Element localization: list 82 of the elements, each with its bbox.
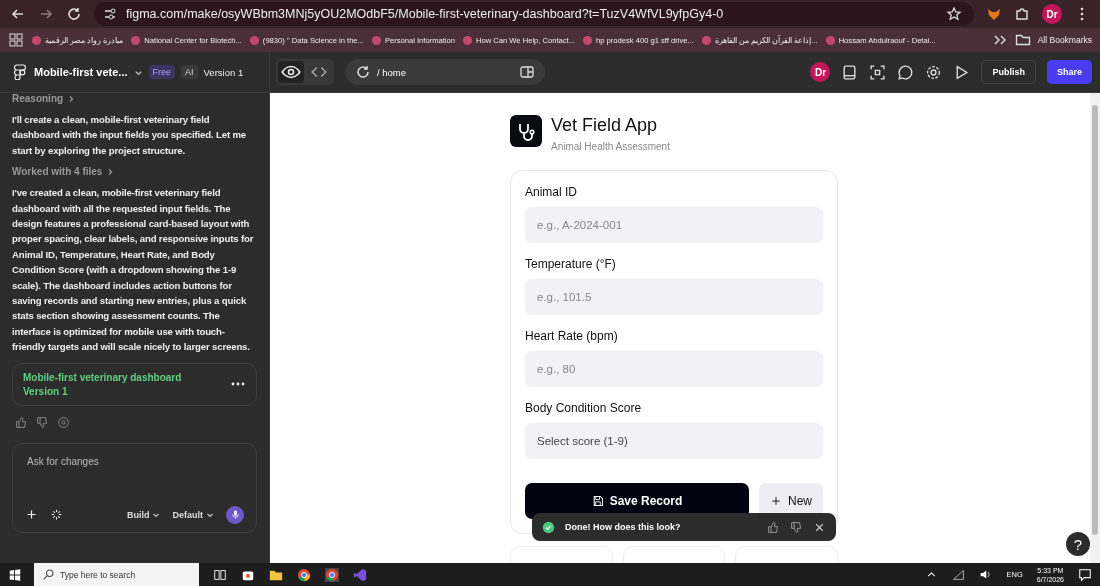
favicon-icon	[582, 34, 594, 46]
windows-start-icon[interactable]	[8, 567, 22, 582]
puzzle-icon[interactable]	[1014, 6, 1030, 22]
version-card[interactable]: Mobile-first veterinary dashboard Version 1	[12, 362, 257, 406]
version-title: Mobile-first veterinary dashboard	[23, 371, 183, 383]
visual-studio-icon[interactable]	[353, 567, 367, 582]
ai-badge: AI	[181, 65, 198, 79]
apps-icon[interactable]	[8, 32, 24, 48]
reload-icon[interactable]	[355, 64, 371, 80]
app-title: Vet Field App	[551, 115, 659, 136]
url-text: figma.com/make/osyWBbm3MNj5yOU2MOdbF5/Mobile-first-veterinary-dashboard?t=TuzV4WfVL9yfpGy4-0	[126, 7, 725, 21]
reload-icon[interactable]	[66, 6, 82, 22]
address-bar[interactable]: figma.com/make/osyWBbm3MNj5yOU2MOdbF5/Mobile-first-veterinary-dashboard?t=TuzV4WfVL9yfpGy4-0	[94, 2, 974, 26]
favicon-icon	[824, 34, 836, 46]
app-subtitle: Animal Health Assessment	[551, 141, 670, 152]
chrome-icon[interactable]	[325, 567, 339, 582]
reasoning-toggle[interactable]: Reasoning	[12, 93, 64, 104]
favicon-icon	[462, 34, 473, 46]
thumbs-up-icon[interactable]	[15, 415, 28, 429]
sparkle-icon[interactable]	[50, 508, 63, 522]
chat-input[interactable]: Ask for changes Build Default	[12, 442, 257, 533]
book-icon[interactable]	[841, 63, 859, 81]
share-button[interactable]: Share	[1047, 60, 1092, 84]
check-circle-icon	[542, 520, 555, 534]
inspect-icon[interactable]	[869, 63, 887, 81]
favicon-icon	[248, 34, 260, 46]
input-field[interactable]: e.g., 80	[525, 351, 823, 387]
plan-badge: Free	[148, 65, 176, 79]
figma-logo-icon[interactable]	[12, 64, 28, 80]
field-label: Temperature (°F)	[525, 257, 617, 271]
network-icon[interactable]	[952, 568, 966, 581]
plus-icon[interactable]	[25, 508, 38, 522]
chevron-right-icon[interactable]	[106, 167, 115, 176]
field-label: Heart Rate (bpm)	[525, 329, 619, 343]
input-field[interactable]: e.g., A-2024-001	[525, 207, 823, 243]
search-icon	[42, 568, 55, 581]
mode-dropdown[interactable]: Build	[127, 509, 161, 520]
layout-icon[interactable]	[519, 64, 535, 80]
settings-icon[interactable]	[925, 63, 943, 81]
thumbs-down-icon[interactable]	[36, 415, 49, 429]
task-view-icon[interactable]	[213, 567, 227, 582]
favicon-icon	[700, 34, 712, 46]
input-field[interactable]: e.g., 101.5	[525, 279, 823, 315]
all-bookmarks-link[interactable]: All Bookmarks	[1037, 35, 1092, 45]
chevron-right-icon[interactable]	[67, 94, 76, 103]
microphone-button[interactable]	[226, 505, 244, 524]
worked-files-toggle[interactable]: Worked with 4 files	[12, 166, 103, 178]
folder-icon	[1014, 32, 1031, 48]
version-label: Version 1	[23, 385, 69, 397]
eye-icon[interactable]	[278, 61, 304, 83]
site-settings-icon[interactable]	[102, 6, 118, 22]
notification-icon[interactable]	[1078, 567, 1092, 582]
star-icon[interactable]	[946, 6, 962, 22]
favicon-icon	[31, 34, 42, 46]
scrollbar[interactable]	[1090, 93, 1100, 563]
thumbs-down-icon[interactable]	[790, 520, 803, 534]
chrome-icon[interactable]	[297, 567, 311, 582]
plus-icon	[770, 495, 782, 507]
assistant-message: I've created a clean, mobile-first veterinary field dashboard with all the requested input fields. The design features a professional card-based layout with proper spacing, clear labels, and responsive inputs for Animal ID, Temperature, Heart Rate, and Body Condition Score (with a dropdown showing the 1-9 scale). The dashboard includes action buttons for saving records and starting new entries, plus a quick stats section showing assessment counts. The interface is optimized for mobile use with touch-friendly targets and will scale nicely to larger screens.	[12, 186, 255, 355]
preview-path-bar[interactable]: / home	[345, 59, 545, 85]
field-label: Animal ID	[525, 185, 578, 199]
stethoscope-icon	[510, 115, 542, 147]
user-avatar[interactable]: Dr	[810, 62, 831, 82]
version-dropdown[interactable]: Version 1	[203, 66, 244, 78]
profile-avatar[interactable]: Dr	[1042, 4, 1062, 24]
save-icon	[591, 495, 604, 507]
field-label: Body Condition Score	[525, 401, 643, 415]
taskbar-search-field[interactable]: Type here to search	[34, 563, 199, 586]
favicon-icon	[370, 34, 382, 46]
toast-message: Done! How does this look?	[565, 522, 681, 532]
comment-icon[interactable]	[897, 63, 915, 81]
favicon-icon	[130, 34, 142, 46]
fox-icon[interactable]	[986, 6, 1002, 22]
model-dropdown[interactable]: Default	[172, 509, 214, 520]
select-field[interactable]: Select score (1-9)	[525, 423, 823, 459]
project-name[interactable]: Mobile-first vete...	[34, 66, 128, 78]
thumbs-up-icon[interactable]	[767, 520, 780, 534]
assistant-message: I'll create a clean, mobile-first veterinary field dashboard with the input fields you specified. Let me start by exploring the project structure.	[12, 113, 248, 158]
publish-button[interactable]: Publish	[981, 60, 1036, 84]
speaker-icon[interactable]	[979, 568, 993, 581]
microphone-icon	[229, 509, 241, 521]
help-button[interactable]: ?	[1066, 532, 1090, 556]
